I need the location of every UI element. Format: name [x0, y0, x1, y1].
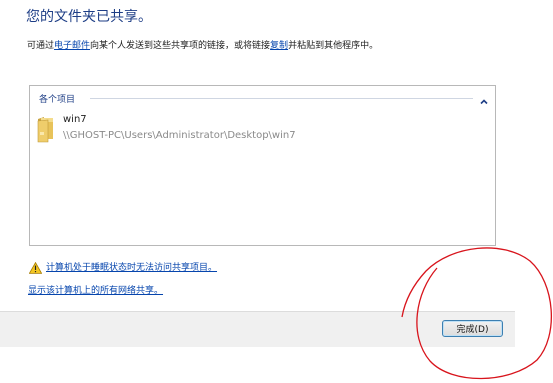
share-description: 可通过电子邮件向某个人发送到这些共享项的链接，或将链接复制并粘贴到其他程序中。: [27, 38, 378, 51]
folder-icon: [36, 115, 56, 143]
done-button[interactable]: 完成(D): [442, 320, 503, 337]
item-path: \\GHOST-PC\Users\Administrator\Desktop\w…: [63, 130, 296, 141]
warning-icon: [28, 259, 43, 274]
dialog-footer: [0, 311, 515, 347]
email-link[interactable]: 电子邮件: [54, 41, 90, 51]
collapse-chevron-icon[interactable]: [479, 92, 489, 105]
shared-item-win7[interactable]: win7 \\GHOST-PC\Users\Administrator\Desk…: [36, 112, 336, 146]
description-suffix: 并粘贴到其他程序中。: [288, 41, 379, 51]
sleep-warning-link[interactable]: 计算机处于睡眠状态时无法访问共享项目。: [46, 260, 217, 273]
copy-link[interactable]: 复制: [270, 41, 288, 51]
items-group-label: 各个项目: [39, 95, 76, 105]
item-name: win7: [63, 114, 87, 125]
show-all-shares-link[interactable]: 显示该计算机上的所有网络共享。: [28, 283, 163, 296]
shared-items-list: 各个项目 win7 \\GHOST-PC\Users\Administrator…: [29, 85, 496, 246]
dialog-title: 您的文件夹已共享。: [26, 9, 152, 25]
header-divider: [90, 98, 473, 99]
items-group-header: 各个项目: [30, 86, 495, 106]
description-middle: 向某个人发送到这些共享项的链接，或将链接: [90, 41, 271, 51]
description-prefix: 可通过: [27, 41, 55, 51]
